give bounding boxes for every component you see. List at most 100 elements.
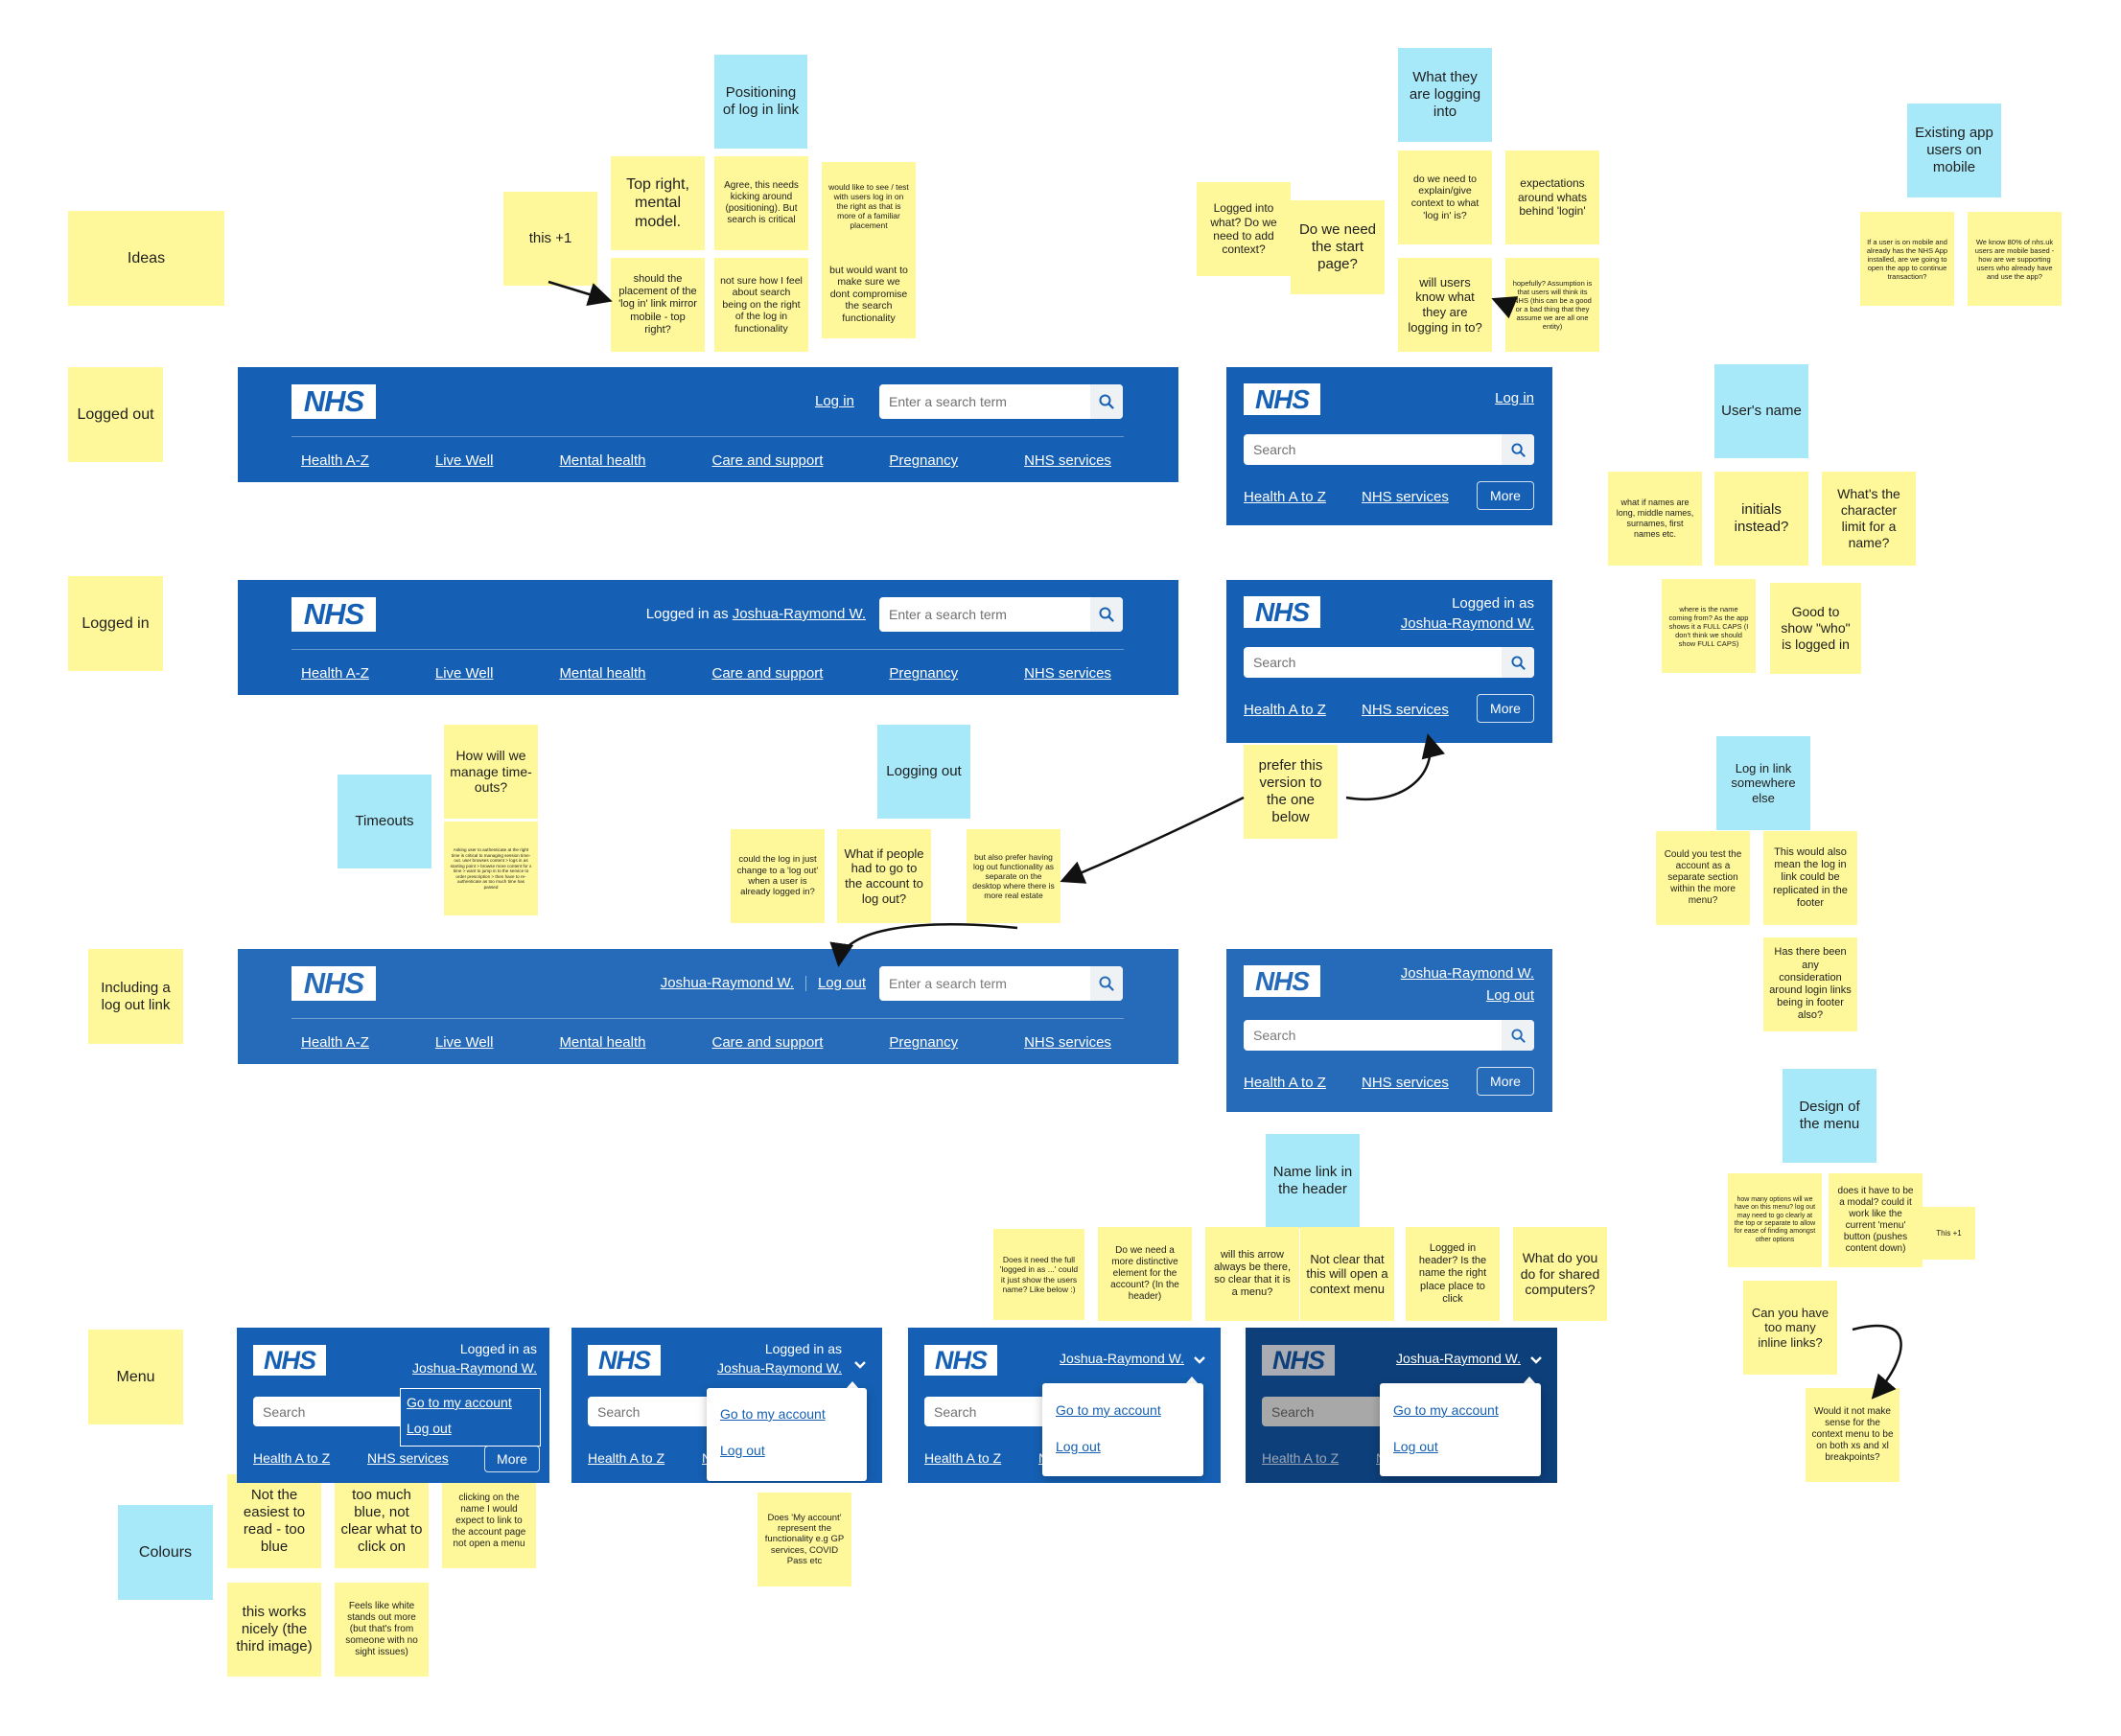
nhs-logo[interactable]: NHS — [291, 966, 376, 1001]
sticky-note[interactable]: but would want to make sure we dont comp… — [822, 250, 916, 338]
search-button[interactable] — [1090, 384, 1123, 419]
search-input[interactable] — [1244, 434, 1502, 465]
sticky-note[interactable]: but also prefer having log out functiona… — [967, 829, 1060, 923]
nav-mental-health[interactable]: Mental health — [559, 1034, 645, 1051]
sticky-note[interactable]: Logged into what? Do we need to add cont… — [1197, 182, 1291, 276]
search-input[interactable] — [1244, 647, 1502, 678]
search-input[interactable] — [879, 597, 1090, 632]
topic-sticky-note[interactable]: Positioning of log in link — [714, 55, 807, 149]
nav-health-a-z[interactable]: Health A-Z — [301, 665, 369, 682]
log-out-link[interactable]: Log out — [1393, 1439, 1438, 1454]
more-button[interactable]: More — [1477, 694, 1534, 723]
sticky-note[interactable]: Asking user to authenticate at the right… — [444, 822, 538, 915]
nhs-logo[interactable]: NHS — [291, 597, 376, 632]
sticky-note[interactable]: how many options will we have on this me… — [1728, 1173, 1822, 1267]
nhs-logo[interactable]: NHS — [588, 1345, 661, 1376]
nav-pregnancy[interactable]: Pregnancy — [889, 665, 958, 682]
sticky-note[interactable]: expectations around whats behind 'login' — [1505, 150, 1599, 244]
sticky-note[interactable]: could the log in just change to a 'log o… — [731, 829, 825, 923]
sticky-note[interactable]: not sure how I feel about search being o… — [714, 258, 808, 352]
nhs-logo[interactable]: NHS — [253, 1345, 326, 1376]
sticky-note[interactable]: Has there been any consideration around … — [1763, 937, 1857, 1031]
log-in-link[interactable]: Log in — [1495, 390, 1534, 406]
sticky-note[interactable]: will users know what they are logging in… — [1398, 258, 1492, 352]
sticky-note[interactable]: Ideas — [68, 211, 224, 306]
nav-live-well[interactable]: Live Well — [435, 1034, 494, 1051]
log-out-link[interactable]: Log out — [407, 1421, 452, 1436]
user-name-link[interactable]: Joshua-Raymond W. — [717, 1358, 842, 1377]
nav-health-a-to-z[interactable]: Health A to Z — [924, 1450, 1001, 1466]
search-input[interactable] — [879, 966, 1090, 1001]
user-name-link[interactable]: Joshua-Raymond W. — [1060, 1351, 1184, 1366]
go-to-my-account-link[interactable]: Go to my account — [1393, 1402, 1499, 1418]
log-out-link[interactable]: Log out — [1056, 1439, 1101, 1454]
sticky-note[interactable]: do we need to explain/give context to wh… — [1398, 150, 1492, 244]
sticky-note[interactable]: Logged out — [68, 367, 163, 462]
nav-mental-health[interactable]: Mental health — [559, 665, 645, 682]
go-to-my-account-link[interactable]: Go to my account — [1056, 1402, 1161, 1418]
user-name-link[interactable]: Joshua-Raymond W. — [1401, 962, 1534, 984]
user-name-link[interactable]: Joshua-Raymond W. — [733, 606, 866, 622]
sticky-note[interactable]: Do we need a more distinctive element fo… — [1098, 1227, 1192, 1321]
nav-health-a-to-z[interactable]: Health A to Z — [1244, 702, 1326, 718]
nav-health-a-to-z[interactable]: Health A to Z — [253, 1450, 330, 1466]
nav-care-and-support[interactable]: Care and support — [711, 452, 823, 469]
sticky-note[interactable]: Does it need the full 'logged in as ...'… — [993, 1229, 1084, 1320]
nav-pregnancy[interactable]: Pregnancy — [889, 452, 958, 469]
log-out-link[interactable]: Log out — [1401, 984, 1534, 1007]
nav-health-a-z[interactable]: Health A-Z — [301, 1034, 369, 1051]
sticky-note[interactable]: If a user is on mobile and already has t… — [1860, 212, 1954, 306]
nav-nhs-services[interactable]: NHS services — [1024, 452, 1111, 469]
nhs-logo[interactable]: NHS — [1244, 383, 1320, 415]
sticky-note[interactable]: Not the easiest to read - too blue — [227, 1474, 321, 1568]
sticky-note[interactable]: clicking on the name I would expect to l… — [442, 1474, 536, 1568]
sticky-note[interactable]: What's the character limit for a name? — [1822, 472, 1916, 566]
topic-sticky-note[interactable]: Log in link somewhere else — [1716, 736, 1810, 830]
nhs-logo[interactable]: NHS — [1244, 596, 1320, 628]
sticky-note[interactable]: this works nicely (the third image) — [227, 1583, 321, 1677]
sticky-note[interactable]: too much blue, not clear what to click o… — [335, 1474, 429, 1568]
topic-sticky-note[interactable]: Existing app users on mobile — [1907, 104, 2001, 197]
search-button[interactable] — [1502, 1020, 1534, 1051]
sticky-note[interactable]: What do you do for shared computers? — [1513, 1227, 1607, 1321]
chevron-down-icon[interactable] — [1193, 1355, 1206, 1365]
sticky-note[interactable]: This would also mean the log in link cou… — [1763, 831, 1857, 925]
nhs-logo[interactable]: NHS — [1244, 965, 1320, 997]
topic-sticky-note[interactable]: Name link in the header — [1266, 1134, 1360, 1228]
nav-health-a-to-z[interactable]: Health A to Z — [1262, 1450, 1339, 1466]
sticky-note[interactable]: Menu — [88, 1330, 183, 1424]
search-button[interactable] — [1502, 647, 1534, 678]
nav-care-and-support[interactable]: Care and support — [711, 665, 823, 682]
sticky-note[interactable]: We know 80% of nhs.uk users are mobile b… — [1968, 212, 2062, 306]
nhs-logo[interactable]: NHS — [924, 1345, 997, 1376]
nhs-logo[interactable]: NHS — [291, 384, 376, 419]
nav-nhs-services[interactable]: NHS services — [1362, 702, 1449, 718]
search-button[interactable] — [1090, 597, 1123, 632]
nav-nhs-services[interactable]: NHS services — [1362, 489, 1449, 505]
search-input[interactable] — [879, 384, 1090, 419]
log-out-link[interactable]: Log out — [818, 975, 866, 991]
topic-sticky-note[interactable]: Design of the menu — [1783, 1069, 1876, 1163]
sticky-note[interactable]: hopefully? Assumption is that users will… — [1505, 258, 1599, 352]
nav-pregnancy[interactable]: Pregnancy — [889, 1034, 958, 1051]
sticky-note[interactable]: What if people had to go to the account … — [837, 829, 931, 923]
sticky-note[interactable]: Not clear that this will open a context … — [1300, 1227, 1394, 1321]
nav-care-and-support[interactable]: Care and support — [711, 1034, 823, 1051]
sticky-note[interactable]: Would it not make sense for the context … — [1806, 1388, 1900, 1482]
more-button[interactable]: More — [1477, 481, 1534, 510]
nav-health-a-z[interactable]: Health A-Z — [301, 452, 369, 469]
sticky-note[interactable]: initials instead? — [1714, 472, 1808, 566]
topic-sticky-note[interactable]: What they are logging into — [1398, 48, 1492, 142]
nav-live-well[interactable]: Live Well — [435, 452, 494, 469]
sticky-note[interactable]: Agree, this needs kicking around (positi… — [714, 156, 808, 250]
nav-nhs-services[interactable]: NHS services — [1024, 1034, 1111, 1051]
nav-health-a-to-z[interactable]: Health A to Z — [588, 1450, 664, 1466]
sticky-note[interactable]: what if names are long, middle names, su… — [1608, 472, 1702, 566]
sticky-note[interactable]: Including a log out link — [88, 949, 183, 1044]
nav-mental-health[interactable]: Mental health — [559, 452, 645, 469]
nav-health-a-to-z[interactable]: Health A to Z — [1244, 489, 1326, 505]
user-name-link[interactable]: Joshua-Raymond W. — [661, 975, 794, 991]
nhs-logo[interactable]: NHS — [1262, 1345, 1335, 1376]
go-to-my-account-link[interactable]: Go to my account — [407, 1395, 512, 1410]
sticky-note[interactable]: Good to show "who" is logged in — [1770, 583, 1861, 674]
